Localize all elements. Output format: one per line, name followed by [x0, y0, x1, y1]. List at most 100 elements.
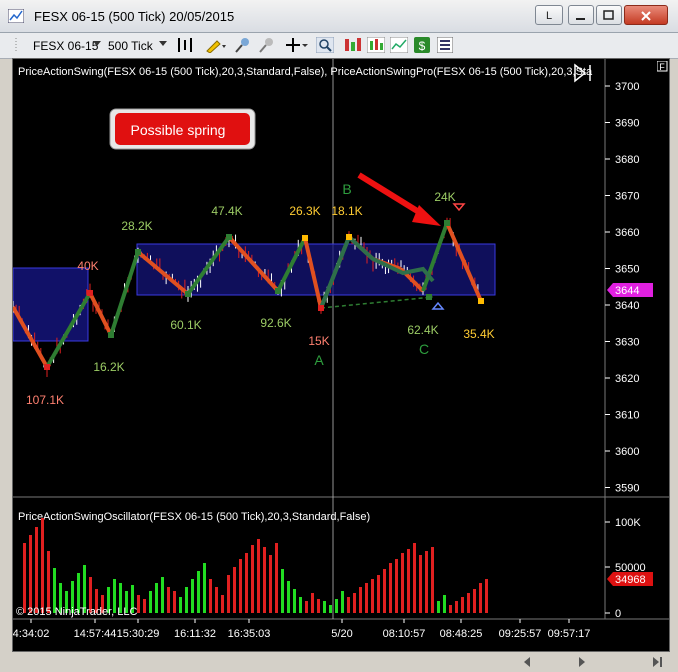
- oscillator-bar: [137, 595, 140, 613]
- crosshair-icon[interactable]: [285, 37, 309, 53]
- oscillator-bar: [389, 563, 392, 613]
- minimize-button[interactable]: [568, 5, 594, 25]
- swing-point-marker: [318, 305, 324, 311]
- swing-point-marker: [346, 234, 352, 240]
- strategies-icon[interactable]: [367, 37, 385, 53]
- bar-type-icon[interactable]: [176, 37, 196, 53]
- time-axis[interactable]: 4:34:02 14:57:44 15:30:29 16:11:32 16:35:03 5…: [13, 619, 590, 640]
- time-tick-label: 16:11:32: [174, 628, 216, 640]
- swing-segment: [88, 292, 113, 336]
- instrument-selector[interactable]: FESX 06-15: [33, 39, 98, 53]
- oscillator-bar: [35, 527, 38, 613]
- price-tick-label: 3690: [615, 118, 639, 130]
- indicator-label: PriceActionSwing(FESX 06-15 (500 Tick),2…: [18, 66, 593, 78]
- time-tick-label: 09:25:57: [499, 628, 542, 640]
- oscillator-bar: [323, 601, 326, 613]
- swing-volume-label: 60.1K: [170, 318, 201, 332]
- swing-point-marker: [302, 235, 308, 241]
- chart-toolbar: FESX 06-15 500 Tick $: [0, 33, 678, 59]
- swing-volume-label: 92.6K: [260, 316, 291, 330]
- chart-canvas[interactable]: Possible spring PriceActionSwing(FESX 06…: [13, 59, 669, 651]
- chart-style-icon[interactable]: [390, 37, 408, 53]
- oscillator-bar: [347, 597, 350, 613]
- oscillator-bar: [185, 587, 188, 613]
- price-tick-label: 3630: [615, 337, 639, 349]
- close-button[interactable]: [624, 5, 668, 25]
- oscillator-bar: [377, 575, 380, 613]
- oscillator-bar: [467, 593, 470, 613]
- price-tick-label: 3590: [615, 483, 639, 495]
- current-price-text: 3644: [615, 285, 639, 297]
- window-titlebar: FESX 06-15 (500 Tick) 20/05/2015 L: [0, 0, 678, 33]
- swing-point-marker: [44, 364, 50, 370]
- swing-volume-label: 62.4K: [407, 323, 438, 337]
- oscillator-bar: [455, 601, 458, 613]
- price-tick-label: 3610: [615, 410, 639, 422]
- price-chart-panel[interactable]: Possible spring PriceActionSwing(FESX 06…: [12, 58, 670, 652]
- oscillator-bar: [203, 563, 206, 613]
- instrument-dropdown-icon[interactable]: [93, 41, 101, 57]
- oscillator-bar: [305, 601, 308, 613]
- oscillator-bar: [215, 587, 218, 613]
- swing-point-marker: [444, 220, 450, 226]
- swing-point-marker: [135, 249, 141, 255]
- price-tick-label: 3670: [615, 191, 639, 203]
- scroll-end-icon[interactable]: [650, 655, 664, 669]
- panel-menu-icon[interactable]: F: [657, 61, 668, 72]
- oscillator-bar: [365, 583, 368, 613]
- left-arrow-icon[interactable]: [520, 655, 534, 669]
- right-arrow-icon[interactable]: [575, 655, 589, 669]
- oscillator-axis: 100K500000: [605, 517, 646, 620]
- oscillator-bar: [293, 589, 296, 613]
- oscillator-bar: [257, 539, 260, 613]
- oscillator-bar: [221, 595, 224, 613]
- time-tick-label: 5/20: [331, 628, 352, 640]
- price-tick-label: 3600: [615, 446, 639, 458]
- oscillator-bar: [431, 547, 434, 613]
- indicators-icon[interactable]: [344, 37, 362, 53]
- properties-icon[interactable]: [437, 37, 453, 53]
- swing-point-marker: [275, 288, 281, 294]
- crosshair-pin-icon[interactable]: [234, 37, 252, 53]
- window-title: FESX 06-15 (500 Tick) 20/05/2015: [34, 9, 235, 24]
- chart-app-icon: [8, 9, 24, 23]
- oscillator-bar: [479, 583, 482, 613]
- swing-volume-label: 18.1K: [331, 204, 362, 218]
- oscillator-bar: [449, 605, 452, 613]
- interval-dropdown-icon[interactable]: [159, 41, 167, 57]
- oscillator-bar: [155, 583, 158, 613]
- maximize-icon: [603, 10, 614, 20]
- wyckoff-point-label: B: [342, 181, 351, 197]
- swing-point-marker: [426, 294, 432, 300]
- time-tick-label: 15:30:29: [117, 628, 160, 640]
- oscillator-bar: [371, 579, 374, 613]
- oscillator-value-marker: 34968: [607, 572, 653, 586]
- oscillator-bar: [263, 547, 266, 613]
- oscillator-bar: [401, 553, 404, 613]
- oscillator-bar: [359, 587, 362, 613]
- time-tick-label: 4:34:02: [13, 628, 49, 640]
- zoom-icon[interactable]: [316, 37, 334, 53]
- link-button[interactable]: L: [535, 5, 563, 25]
- oscillator-bar: [191, 579, 194, 613]
- oscillator-bar: [197, 571, 200, 613]
- oscillator-bar: [29, 535, 32, 613]
- oscillator-bar: [311, 593, 314, 613]
- swing-volume-label: 26.3K: [289, 204, 320, 218]
- annotation-arrow: [357, 172, 441, 226]
- dollar-icon[interactable]: $: [414, 37, 430, 53]
- oscillator-bar: [233, 567, 236, 613]
- drawing-tool-icon[interactable]: [205, 37, 227, 53]
- status-bar: [0, 652, 678, 672]
- swing-segment: [109, 251, 140, 336]
- oscillator-bar: [425, 551, 428, 613]
- pin-icon[interactable]: [258, 37, 276, 53]
- maximize-button[interactable]: [596, 5, 622, 25]
- annotation-box[interactable]: Possible spring: [109, 108, 256, 150]
- interval-selector[interactable]: 500 Tick: [108, 39, 153, 53]
- osc-tick-label: 0: [615, 608, 621, 620]
- swing-volume-label: 47.4K: [211, 204, 242, 218]
- osc-tick-label: 100K: [615, 517, 641, 529]
- oscillator-bar: [353, 593, 356, 613]
- swing-volume-label: 40K: [77, 259, 98, 273]
